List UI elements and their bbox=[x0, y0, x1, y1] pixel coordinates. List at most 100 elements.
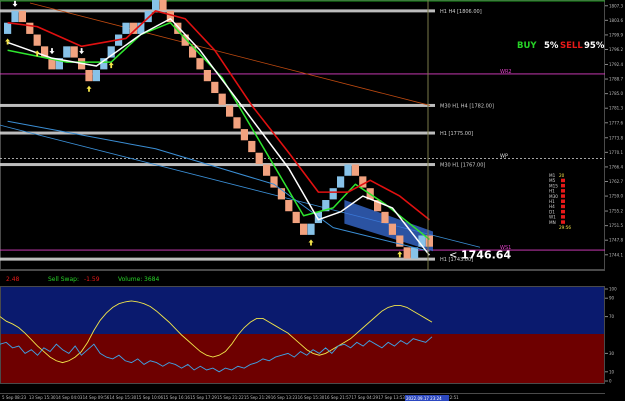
sr-level-label: M30 H1 [1767.00] bbox=[440, 163, 485, 169]
sell-label: SELL bbox=[560, 41, 583, 51]
renko-brick-down bbox=[26, 22, 34, 34]
price-tick-label: 1803.6 bbox=[609, 18, 623, 23]
price-tick-label: 1781.3 bbox=[609, 106, 623, 111]
swap-value: -1.59 bbox=[84, 276, 100, 283]
price-tick-label: 1773.8 bbox=[609, 135, 623, 140]
strength-value: 29:56 bbox=[559, 225, 571, 230]
price-tick-label: 1747.8 bbox=[609, 238, 623, 243]
price-tick-label: 1788.7 bbox=[609, 77, 623, 82]
renko-brick-down bbox=[388, 223, 396, 235]
sr-level-line bbox=[0, 163, 435, 167]
time-tick-label: 14 Sep 04:03 bbox=[56, 395, 83, 400]
volume-label: Volume: bbox=[118, 276, 142, 283]
oscillator-tick-label: 10 bbox=[609, 369, 615, 374]
price-tick-label: 1744.1 bbox=[609, 252, 623, 257]
price-tick-label: 1792.4 bbox=[609, 62, 623, 67]
buy-label: BUY bbox=[517, 41, 537, 51]
renko-brick-down bbox=[240, 129, 248, 141]
renko-brick-down bbox=[33, 34, 41, 46]
renko-brick-up bbox=[337, 176, 345, 188]
renko-brick-down bbox=[285, 200, 293, 212]
strength-square bbox=[561, 189, 565, 193]
time-tick-label: 15 Sep 17:29 bbox=[190, 395, 217, 400]
time-tick-label: 15 Sep 21:22 bbox=[217, 395, 244, 400]
renko-brick-down bbox=[292, 211, 300, 224]
strength-square bbox=[561, 204, 565, 209]
renko-brick-up bbox=[314, 211, 322, 224]
price-tick-label: 1766.4 bbox=[609, 164, 623, 169]
price-tick-label: 1751.5 bbox=[609, 223, 623, 228]
renko-brick-down bbox=[203, 69, 211, 82]
buy-percent: 5% bbox=[544, 41, 559, 51]
renko-brick-down bbox=[351, 164, 359, 176]
sr-level-label: M30 H1 H4 [1782.00] bbox=[440, 103, 494, 109]
renko-brick-down bbox=[85, 69, 93, 82]
oscillator-tick-label: 100 bbox=[609, 287, 617, 292]
sr-level-line bbox=[0, 103, 435, 107]
renko-brick-down bbox=[218, 93, 226, 105]
price-tick-label: 1759.0 bbox=[609, 194, 623, 199]
renko-brick-down bbox=[233, 117, 241, 129]
renko-brick-up bbox=[11, 10, 19, 23]
price-tick-label: 1770.1 bbox=[609, 150, 623, 155]
renko-brick-down bbox=[381, 211, 389, 224]
renko-brick-down bbox=[248, 140, 256, 153]
sell-percent: 95% bbox=[584, 41, 605, 51]
time-tick-label: 16 Sep 21:57 bbox=[325, 395, 352, 400]
strength-square bbox=[561, 183, 565, 188]
time-tick-label: 15 Sep 21:29 bbox=[244, 395, 271, 400]
strength-square bbox=[561, 215, 565, 219]
time-tick-label: 14 Sep 09:56 bbox=[83, 395, 110, 400]
oscillator-tick-label: 70 bbox=[609, 314, 615, 319]
renko-brick-up bbox=[4, 22, 12, 34]
buy-sell-panel: BUY 5% SELL 95% bbox=[517, 41, 605, 51]
renko-brick-down bbox=[403, 247, 411, 259]
renko-brick-down bbox=[263, 164, 271, 176]
time-tick-label: 17 Sep 13:53 bbox=[378, 395, 405, 400]
sr-level-label: H1 H4 [1806.00] bbox=[440, 9, 482, 15]
price-tick-label: 1777.6 bbox=[609, 120, 623, 125]
price-tick-label: 1755.2 bbox=[609, 209, 623, 214]
time-tick-label: 14 Sep 15:30 bbox=[110, 395, 137, 400]
time-tick-label: 13 Sep 15:30 bbox=[29, 395, 56, 400]
sr-level-line bbox=[0, 257, 435, 261]
strength-timeframe: MN bbox=[549, 220, 556, 225]
current-price-value: 1746.64 bbox=[461, 249, 511, 262]
oscillator-value: 2.48 bbox=[6, 276, 20, 283]
time-axis: 5 Sep 08:23 13 Sep 15:30 14 Sep 04:03 14 Se… bbox=[0, 384, 605, 401]
renko-brick-up bbox=[411, 247, 419, 259]
svg-text:<: < bbox=[449, 250, 457, 261]
price-tick-label: 1785.0 bbox=[609, 91, 623, 96]
time-tick-label: 15 Sep 10:06 bbox=[136, 395, 163, 400]
strength-square bbox=[561, 199, 565, 203]
time-tick-label: 16 Sep 15:30 bbox=[298, 395, 325, 400]
oscillator-tick-label: 30 bbox=[609, 351, 615, 356]
renko-brick-down bbox=[18, 10, 26, 23]
trading-chart: H1 H4 [1806.00] M30 H1 H4 [1782.00] H1 [17… bbox=[0, 0, 625, 401]
strength-square bbox=[561, 178, 565, 183]
sr-level-label: H1 [1775.00] bbox=[440, 131, 473, 137]
time-tick-label: 5 Sep 08:23 bbox=[2, 395, 27, 400]
pivot-label: WR1 bbox=[500, 0, 512, 2]
volume-value: 3684 bbox=[144, 276, 159, 283]
oscillator-tick-label: 90 bbox=[609, 296, 615, 301]
price-tick-label: 1799.9 bbox=[609, 32, 623, 37]
renko-brick-down bbox=[300, 223, 308, 235]
renko-brick-down bbox=[196, 58, 204, 70]
price-tick-label: 1796.2 bbox=[609, 47, 623, 52]
renko-brick-down bbox=[70, 46, 78, 58]
strength-square bbox=[561, 220, 565, 224]
renko-brick-down bbox=[211, 81, 219, 94]
time-axis-highlight-label: 2022.09.17 23:24 bbox=[406, 396, 442, 401]
renko-brick-up bbox=[329, 188, 337, 200]
renko-brick-up bbox=[122, 22, 130, 34]
strength-square bbox=[561, 209, 565, 214]
time-tick-label: 15 Sep 16:16 bbox=[163, 395, 190, 400]
renko-brick-down bbox=[159, 0, 167, 11]
price-tick-label: 1807.3 bbox=[609, 3, 623, 8]
pivot-label: WP bbox=[500, 154, 508, 160]
renko-brick-up bbox=[92, 69, 100, 82]
renko-brick-up bbox=[344, 164, 352, 176]
renko-brick-up bbox=[63, 46, 71, 58]
pivot-label: WR2 bbox=[500, 69, 512, 75]
